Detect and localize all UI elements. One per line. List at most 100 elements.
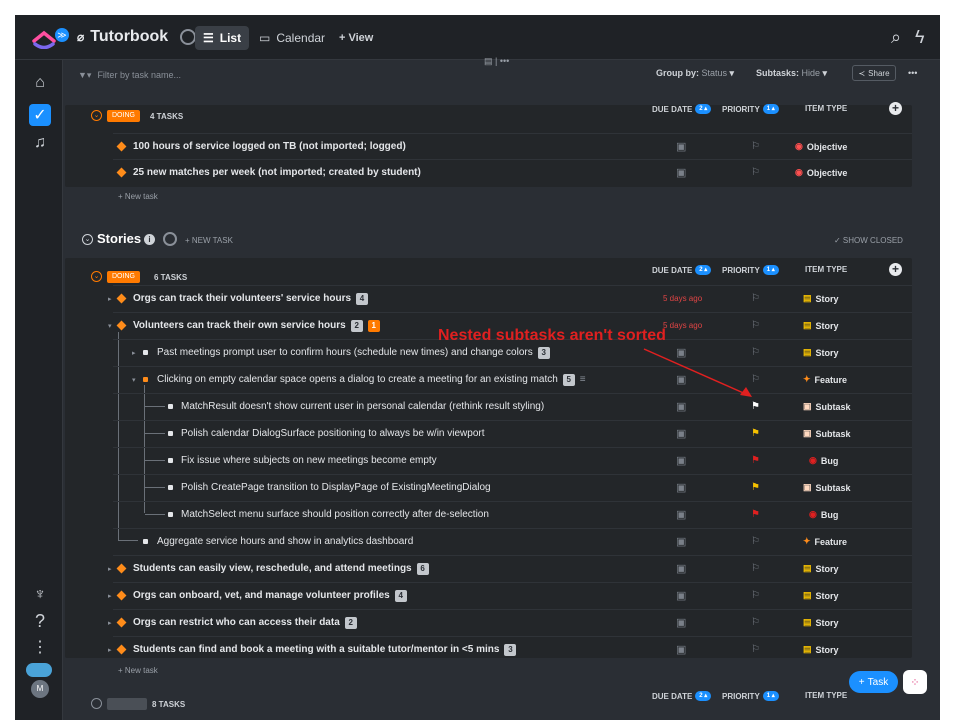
- status-badge[interactable]: DOING: [107, 110, 140, 122]
- task-name[interactable]: Polish calendar DialogSurface positionin…: [181, 428, 485, 439]
- task-name[interactable]: Past meetings prompt user to confirm hou…: [157, 346, 550, 359]
- col-priority[interactable]: PRIORITY 1 ▴: [722, 265, 779, 275]
- expand-icon[interactable]: ▸: [132, 349, 136, 357]
- table-row[interactable]: Polish calendar DialogSurface positionin…: [113, 420, 912, 446]
- flag-icon[interactable]: ⚑: [751, 509, 760, 520]
- task-name[interactable]: Aggregate service hours and show in anal…: [157, 536, 413, 547]
- new-task-fab[interactable]: + Task: [849, 671, 898, 693]
- col-item-type[interactable]: ITEM TYPE: [805, 265, 847, 274]
- home-icon[interactable]: ⌂: [29, 72, 51, 94]
- flag-icon[interactable]: ⚐: [751, 644, 760, 655]
- item-type[interactable]: ▣ Subtask: [803, 482, 851, 493]
- info-icon[interactable]: i: [144, 234, 155, 245]
- clickup-logo-icon[interactable]: [31, 25, 57, 49]
- item-type[interactable]: ▤ Story: [803, 293, 839, 304]
- col-item-type[interactable]: ITEM TYPE: [805, 691, 847, 700]
- subtask-count-badge[interactable]: 2: [350, 319, 363, 332]
- tasks-icon[interactable]: ✓: [29, 104, 51, 126]
- calendar-icon[interactable]: ▣: [676, 508, 686, 521]
- due-date[interactable]: 5 days ago: [663, 294, 702, 303]
- user-avatar[interactable]: M: [31, 680, 49, 698]
- flag-icon[interactable]: ⚐: [751, 617, 760, 628]
- task-name[interactable]: Orgs can track their volunteers' service…: [133, 292, 369, 305]
- table-row[interactable]: 25 new matches per week (not imported; c…: [113, 159, 912, 185]
- tab-list[interactable]: ☰ List: [195, 26, 250, 50]
- status-badge[interactable]: [107, 698, 147, 710]
- item-type[interactable]: ▤ Story: [803, 563, 839, 574]
- filter-input[interactable]: Filter by task name...: [97, 70, 181, 81]
- workspace-badge[interactable]: ≫: [55, 28, 69, 42]
- table-row[interactable]: ▸ Orgs can track their volunteers' servi…: [108, 285, 912, 311]
- new-task-link[interactable]: + New task: [118, 192, 158, 201]
- calendar-icon[interactable]: ▣: [676, 535, 686, 548]
- flag-icon[interactable]: ⚐: [751, 293, 760, 304]
- col-due-date[interactable]: DUE DATE 2 ▴: [652, 265, 712, 275]
- col-due-date[interactable]: DUE DATE 2 ▴: [652, 691, 712, 701]
- item-type[interactable]: ▣ Subtask: [803, 428, 851, 439]
- item-type[interactable]: ✦ Feature: [803, 374, 847, 385]
- item-type[interactable]: ✦ Feature: [803, 536, 847, 547]
- expand-icon[interactable]: ▸: [108, 646, 112, 654]
- table-row[interactable]: ▾ Clicking on empty calendar space opens…: [113, 366, 912, 392]
- collapse-icon[interactable]: [91, 698, 102, 709]
- item-type[interactable]: ▤ Story: [803, 347, 839, 358]
- task-name[interactable]: Orgs can onboard, vet, and manage volunt…: [133, 589, 407, 602]
- list-settings-icon[interactable]: [163, 232, 177, 246]
- task-name[interactable]: 25 new matches per week (not imported; c…: [133, 167, 421, 178]
- more-options-icon[interactable]: •••: [908, 68, 917, 78]
- flag-icon[interactable]: ⚑: [751, 455, 760, 466]
- subtask-count-badge[interactable]: 5: [562, 373, 575, 386]
- due-date[interactable]: 5 days ago: [663, 321, 702, 330]
- calendar-icon[interactable]: ▣: [676, 454, 686, 467]
- table-row[interactable]: ▸ Orgs can onboard, vet, and manage volu…: [108, 582, 912, 608]
- table-row[interactable]: ▸ Students can easily view, reschedule, …: [108, 555, 912, 581]
- share-button[interactable]: ≺ Share: [852, 65, 896, 81]
- expand-icon[interactable]: ▸: [108, 565, 112, 573]
- calendar-icon[interactable]: ▣: [676, 166, 686, 179]
- table-row[interactable]: Aggregate service hours and show in anal…: [113, 528, 912, 554]
- layout-toggle-icon[interactable]: ▤ | •••: [484, 56, 509, 67]
- expand-icon[interactable]: ▸: [108, 295, 112, 303]
- checklist-count-badge[interactable]: 1: [367, 319, 380, 332]
- flag-icon[interactable]: ⚐: [751, 141, 760, 152]
- calendar-icon[interactable]: ▣: [676, 562, 686, 575]
- item-type[interactable]: ▣ Subtask: [803, 401, 851, 412]
- add-column-icon[interactable]: +: [889, 263, 902, 276]
- expand-icon[interactable]: ▸: [108, 592, 112, 600]
- calendar-icon[interactable]: ▣: [676, 589, 686, 602]
- subtasks-toggle[interactable]: Subtasks: Hide ▾: [756, 68, 827, 79]
- notifications-icon[interactable]: ♫: [29, 132, 51, 154]
- task-name[interactable]: 100 hours of service logged on TB (not i…: [133, 141, 406, 152]
- item-type[interactable]: ▤ Story: [803, 590, 839, 601]
- calendar-icon[interactable]: ▣: [676, 643, 686, 656]
- collapse-icon[interactable]: ▾: [108, 322, 112, 330]
- lightning-icon[interactable]: ϟ: [915, 27, 925, 48]
- item-type[interactable]: ◉ Objective: [795, 141, 847, 152]
- apps-grid-icon[interactable]: ⁘: [903, 670, 927, 694]
- table-row[interactable]: Polish CreatePage transition to DisplayP…: [113, 474, 912, 500]
- space-title[interactable]: ⌀ Tutorbook: [77, 28, 197, 46]
- collapse-icon[interactable]: ⌄: [91, 110, 102, 121]
- table-row[interactable]: ▸ Students can find and book a meeting w…: [108, 636, 912, 662]
- flag-icon[interactable]: ⚐: [751, 320, 760, 331]
- task-name[interactable]: Orgs can restrict who can access their d…: [133, 616, 357, 629]
- table-row[interactable]: ▸ Orgs can restrict who can access their…: [108, 609, 912, 635]
- collapse-icon[interactable]: ▾: [132, 376, 136, 384]
- col-due-date[interactable]: DUE DATE 2 ▴: [652, 104, 712, 114]
- settings-icon[interactable]: [180, 29, 197, 45]
- task-name[interactable]: Polish CreatePage transition to DisplayP…: [181, 482, 491, 493]
- tab-calendar[interactable]: ▭ Calendar: [251, 26, 333, 50]
- subtask-count-badge[interactable]: 4: [356, 292, 369, 305]
- new-task-link[interactable]: + New task: [118, 666, 158, 675]
- add-view-button[interactable]: + View: [331, 26, 381, 50]
- task-name[interactable]: Students can find and book a meeting wit…: [133, 643, 517, 656]
- goals-trophy-icon[interactable]: ♆: [29, 584, 51, 606]
- list-title[interactable]: Stories: [97, 231, 141, 246]
- item-type[interactable]: ◉ Objective: [795, 167, 847, 178]
- calendar-icon[interactable]: ▣: [676, 140, 686, 153]
- item-type[interactable]: ▤ Story: [803, 617, 839, 628]
- flag-icon[interactable]: ⚐: [751, 536, 760, 547]
- col-priority[interactable]: PRIORITY 1 ▴: [722, 104, 779, 114]
- flag-icon[interactable]: ⚐: [751, 590, 760, 601]
- item-type[interactable]: ▤ Story: [803, 644, 839, 655]
